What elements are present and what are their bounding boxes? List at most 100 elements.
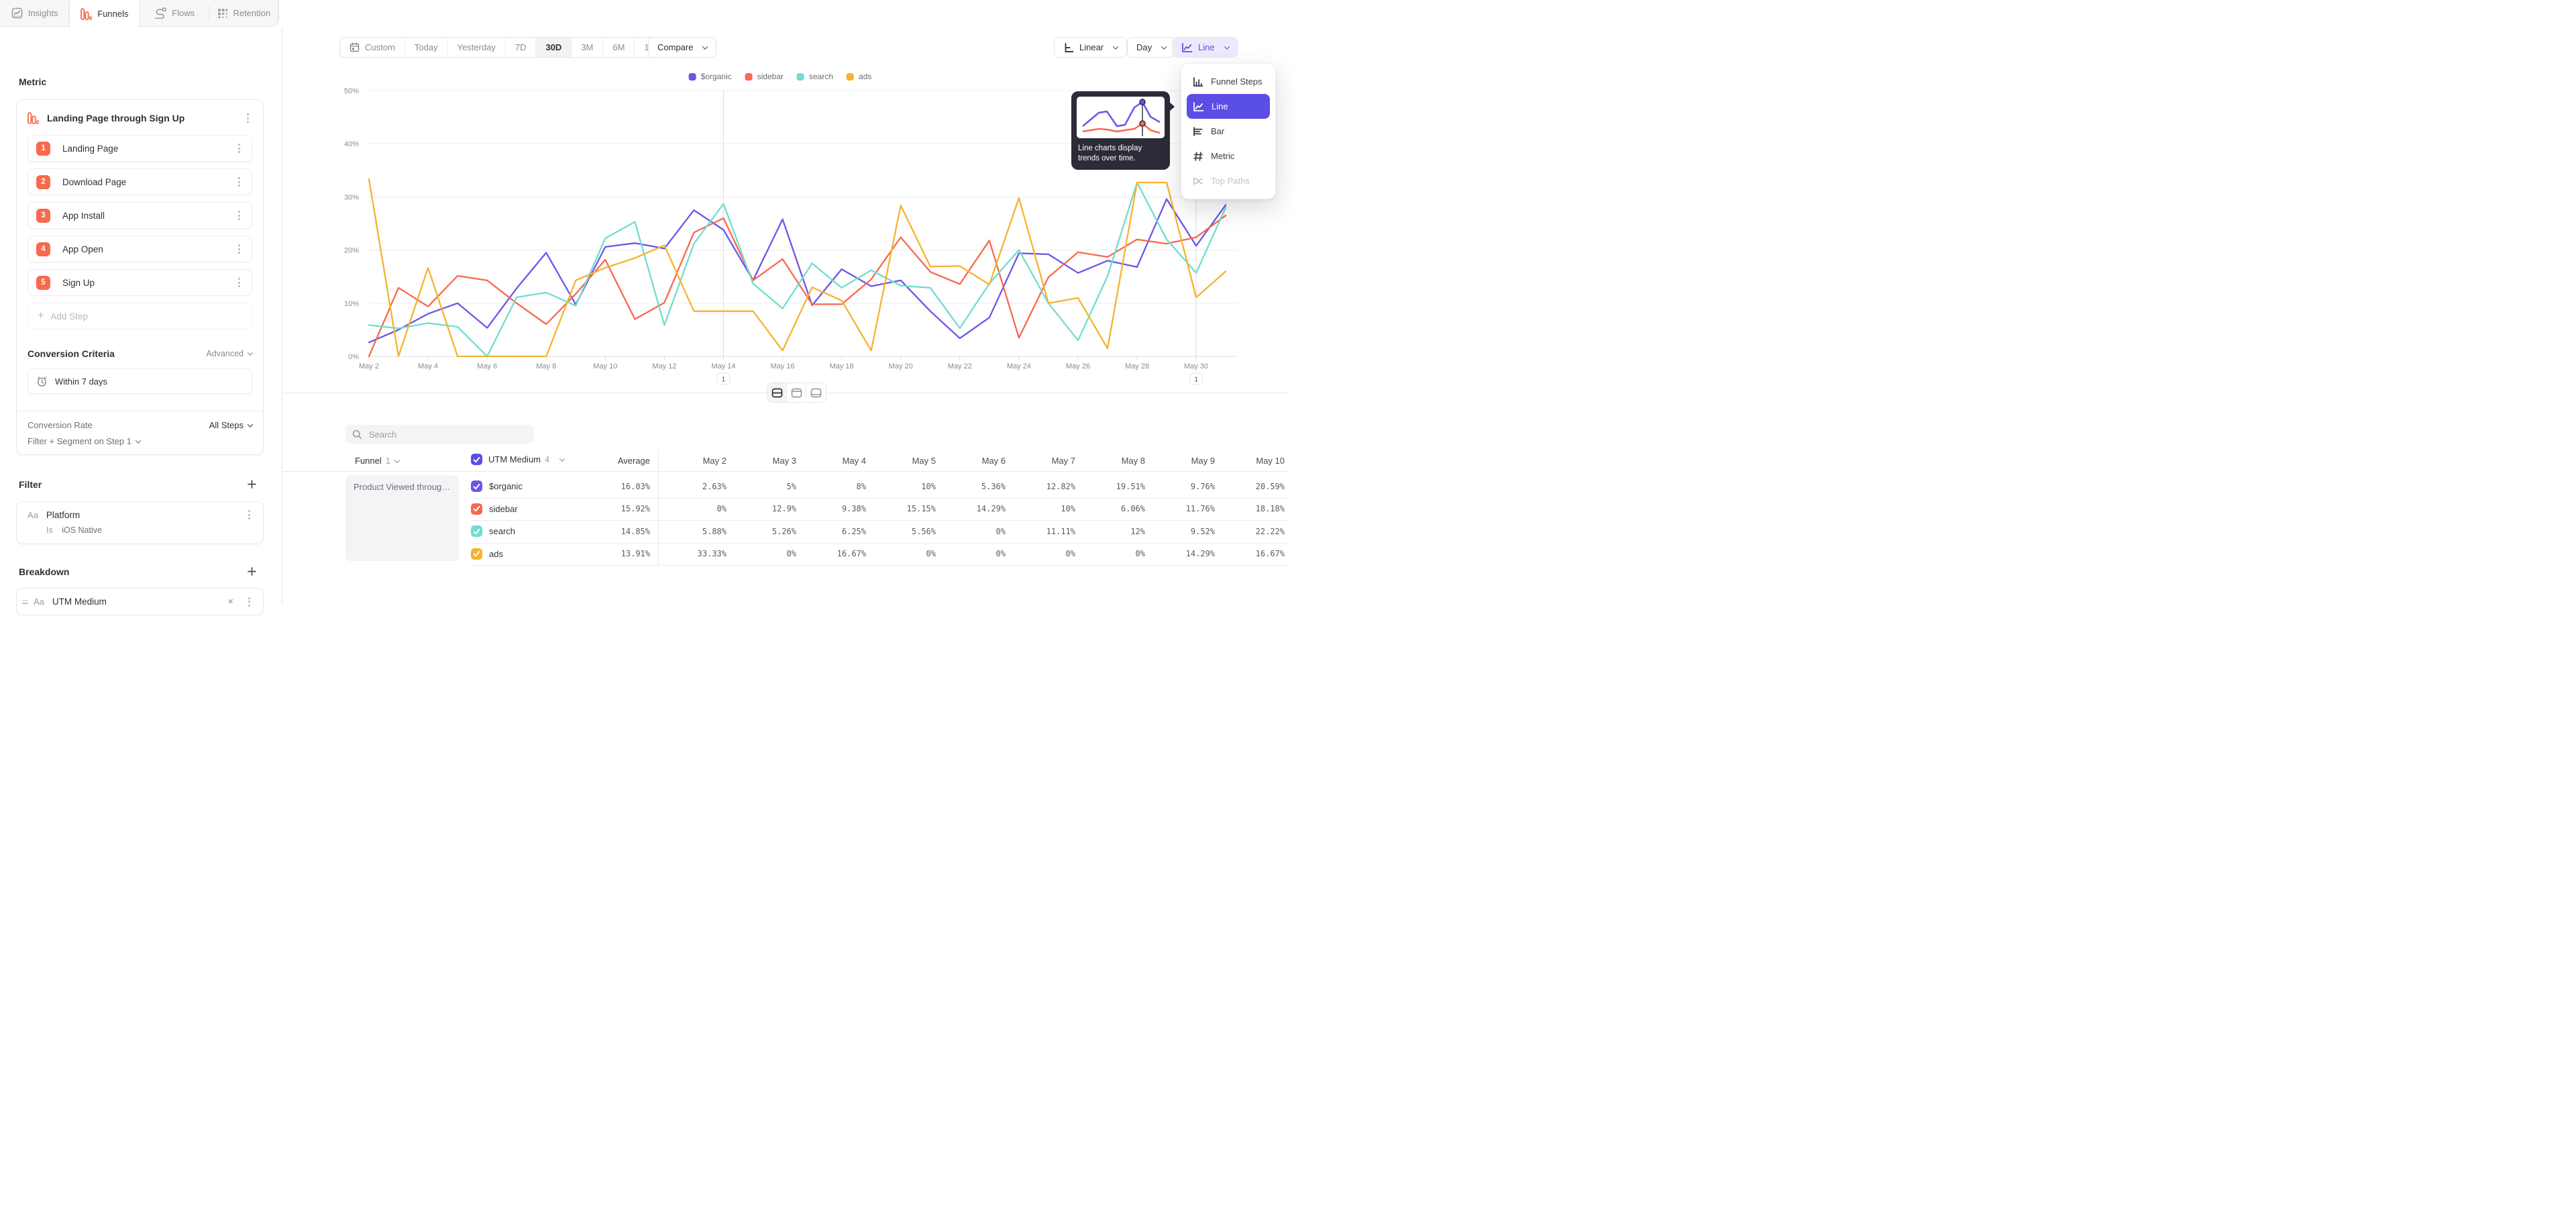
row-checkbox[interactable] [471, 503, 482, 515]
layout-toggle-table-focus[interactable] [806, 383, 826, 402]
table-row-sidebar[interactable]: sidebar15.92%0%12.9%9.38%15.15%14.29%10%… [471, 498, 1288, 520]
row-checkbox[interactable] [471, 525, 482, 537]
row-value: 2.63% [666, 475, 736, 497]
range-7d[interactable]: 7D [506, 38, 537, 57]
legend-item-ads[interactable]: ads [847, 72, 871, 81]
legend-item-search[interactable]: search [797, 72, 833, 81]
svg-text:0%: 0% [348, 353, 359, 361]
row-checkbox[interactable] [471, 481, 482, 492]
step-number-badge: 4 [36, 242, 50, 256]
funnel-step-1[interactable]: 1 Landing Page [28, 135, 252, 162]
funnel-column-dropdown[interactable]: Funnel 1 [355, 456, 399, 466]
date-column-header[interactable]: May 3 [736, 456, 806, 466]
granularity-dropdown[interactable]: Day [1127, 37, 1175, 58]
row-value: 0% [736, 543, 806, 565]
drag-handle-icon[interactable] [22, 600, 28, 604]
plus-icon: + [38, 311, 44, 321]
tab-retention[interactable]: Retention [209, 0, 278, 26]
svg-text:May 28: May 28 [1125, 362, 1149, 370]
svg-text:10%: 10% [344, 300, 359, 308]
step-kebab-menu[interactable] [234, 244, 244, 254]
menu-item-bar[interactable]: Bar [1187, 119, 1270, 144]
tab-funnels[interactable]: Funnels [69, 0, 140, 28]
row-value: 0% [945, 520, 1015, 542]
filter-segment-dropdown[interactable]: Filter + Segment on Step 1 [28, 436, 252, 446]
date-column-header[interactable]: May 5 [875, 456, 945, 466]
row-checkbox[interactable] [471, 548, 482, 560]
filter-card-platform[interactable]: Aa Platform Is iOS Native [16, 501, 264, 544]
date-column-header[interactable]: May 4 [806, 456, 875, 466]
table-search[interactable] [345, 425, 534, 444]
conversion-rate-dropdown[interactable]: All Steps [209, 420, 252, 430]
date-column-header[interactable]: May 2 [666, 456, 736, 466]
row-average: 16.03% [591, 475, 650, 497]
range-yesterday[interactable]: Yesterday [448, 38, 506, 57]
compare-button[interactable]: Compare [648, 37, 716, 58]
funnel-step-3[interactable]: 3 App Install [28, 202, 252, 229]
breakdown-section-title: Breakdown [19, 566, 69, 577]
date-column-header[interactable]: May 10 [1224, 456, 1294, 466]
breakdown-column-dropdown[interactable]: UTM Medium 4 [471, 454, 564, 465]
advanced-dropdown[interactable]: Advanced [206, 349, 252, 358]
menu-item-metric[interactable]: Metric [1187, 144, 1270, 168]
funnel-kebab-menu[interactable] [243, 113, 252, 123]
table-row-ads[interactable]: ads13.91%33.33%0%16.67%0%0%0%0%14.29%16.… [471, 543, 1288, 565]
conversion-window[interactable]: Within 7 days [28, 368, 252, 394]
table-group-cell[interactable]: Product Viewed through P... [345, 475, 459, 561]
retention-icon [217, 8, 228, 19]
chart-type-dropdown[interactable]: Line [1172, 37, 1238, 58]
range-today[interactable]: Today [405, 38, 448, 57]
breakdown-property-label: UTM Medium [52, 597, 227, 607]
range-3m[interactable]: 3M [572, 38, 603, 57]
filter-kebab-menu[interactable] [244, 509, 254, 520]
conversion-criteria-title: Conversion Criteria [28, 348, 206, 359]
clock-icon [36, 376, 48, 387]
row-value: 6.06% [1085, 498, 1155, 520]
table-row-organic[interactable]: $organic16.03%2.63%5%8%10%5.36%12.82%19.… [471, 475, 1288, 497]
breakdown-card-utm[interactable]: Aa UTM Medium × [16, 588, 264, 615]
funnel-step-2[interactable]: 2 Download Page [28, 168, 252, 195]
row-value: 0% [1015, 543, 1085, 565]
range-6m[interactable]: 6M [603, 38, 635, 57]
layout-toggle-chart-focus[interactable] [787, 383, 806, 402]
average-column-header[interactable]: Average [591, 456, 650, 466]
tab-insights[interactable]: Insights [0, 0, 69, 26]
breakdown-kebab-menu[interactable] [244, 597, 254, 607]
add-step-button[interactable]: + Add Step [28, 303, 252, 330]
date-column-header[interactable]: May 7 [1015, 456, 1085, 466]
row-value: 0% [1085, 543, 1155, 565]
date-column-header[interactable]: May 9 [1155, 456, 1224, 466]
step-kebab-menu[interactable] [234, 277, 244, 288]
remove-breakdown-icon[interactable]: × [227, 597, 233, 607]
legend-item-sidebar[interactable]: sidebar [745, 72, 784, 81]
funnel-step-5[interactable]: 5 Sign Up [28, 269, 252, 296]
svg-text:May 16: May 16 [771, 362, 795, 370]
svg-text:May 30: May 30 [1184, 362, 1208, 370]
add-filter-button[interactable] [246, 478, 258, 490]
menu-item-label: Bar [1211, 126, 1224, 136]
date-column-header[interactable]: May 6 [945, 456, 1015, 466]
scale-dropdown[interactable]: Linear [1054, 37, 1127, 58]
step-kebab-menu[interactable] [234, 143, 244, 154]
funnel-steps-list: 1 Landing Page 2 Download Page 3 App Ins… [17, 135, 263, 296]
range-30d[interactable]: 30D [536, 38, 572, 57]
step-kebab-menu[interactable] [234, 210, 244, 221]
funnel-step-4[interactable]: 4 App Open [28, 236, 252, 262]
tooltip-mini-chart [1077, 97, 1165, 138]
layout-b-icon [810, 388, 822, 398]
date-column-header[interactable]: May 8 [1085, 456, 1155, 466]
range-custom[interactable]: Custom [340, 38, 405, 57]
table-row-search[interactable]: search14.85%5.88%5.26%6.25%5.56%0%11.11%… [471, 520, 1288, 542]
step-kebab-menu[interactable] [234, 177, 244, 187]
menu-item-funnel-steps[interactable]: Funnel Steps [1187, 69, 1270, 94]
menu-item-line[interactable]: Line [1187, 94, 1270, 119]
legend-item-organic[interactable]: $organic [689, 72, 732, 81]
select-all-checkbox[interactable] [471, 454, 482, 465]
add-breakdown-button[interactable] [246, 565, 258, 577]
line-chart-icon [1181, 42, 1193, 53]
row-value: 16.67% [1224, 543, 1294, 565]
layout-toggle-split-rows[interactable] [767, 383, 787, 402]
chart-type-menu: Funnel StepsLineBarMetricTop Paths [1181, 63, 1276, 199]
search-input[interactable] [368, 429, 527, 440]
tab-flows[interactable]: Flows [140, 0, 209, 26]
